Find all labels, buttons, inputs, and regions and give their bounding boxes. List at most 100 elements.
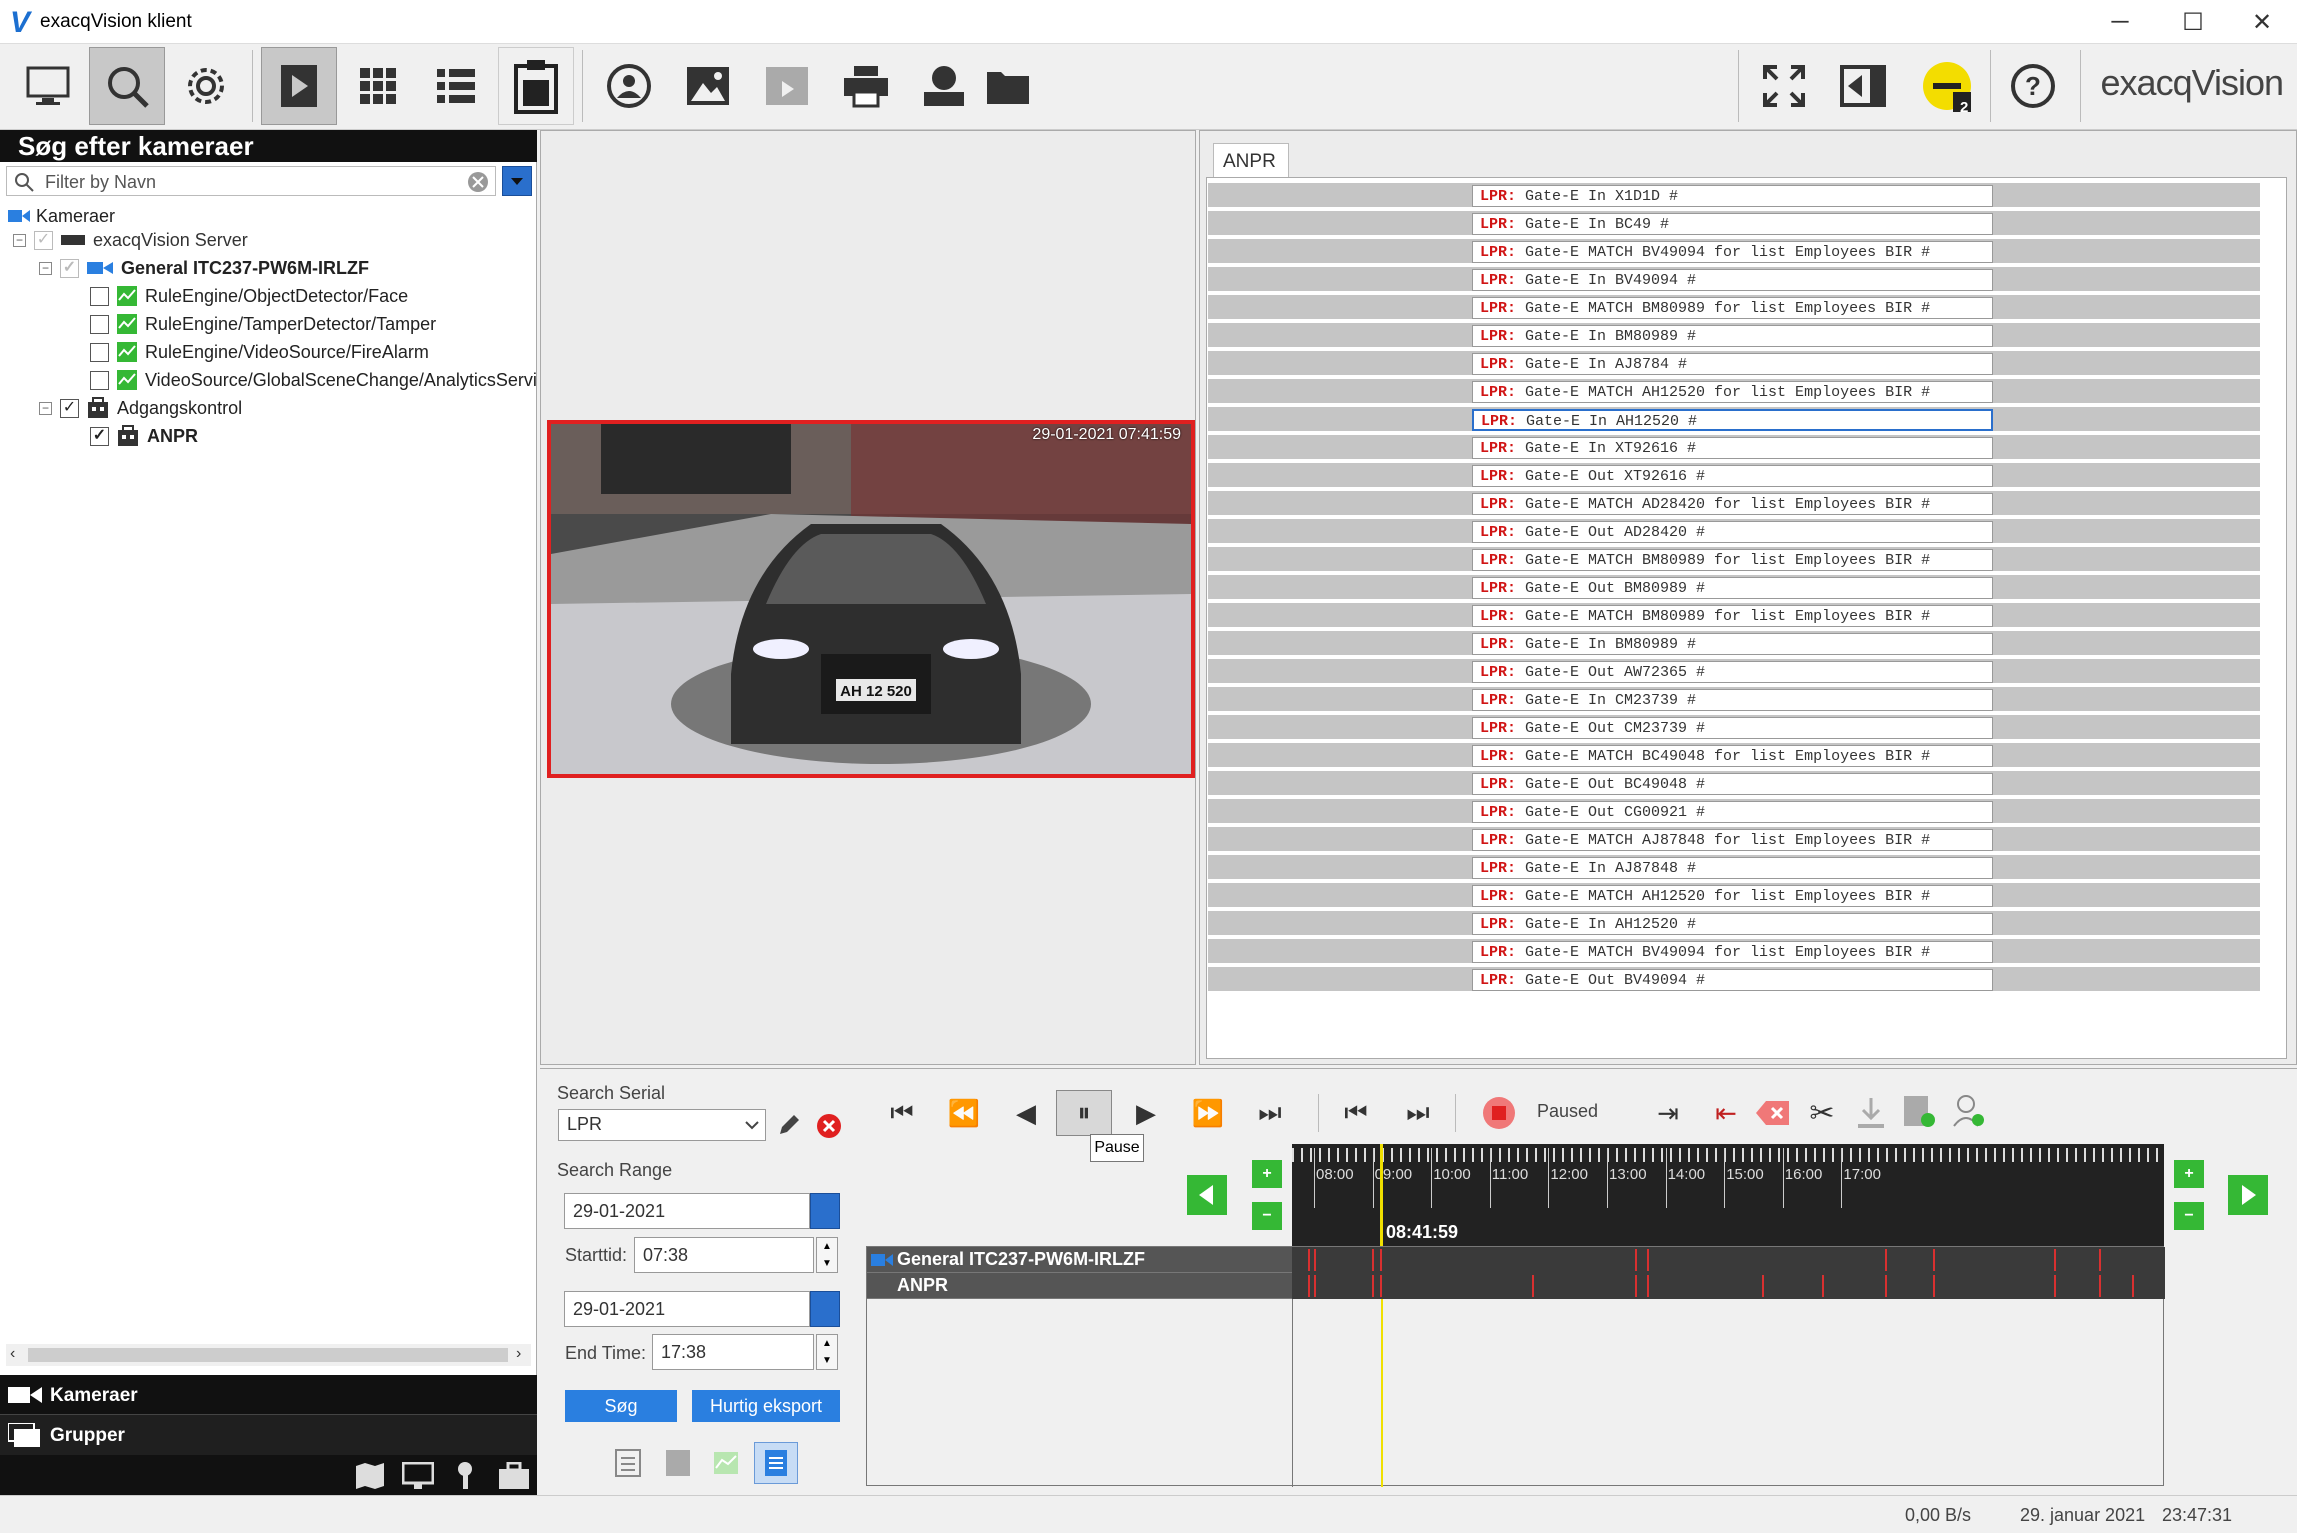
rewind-button[interactable]: ⏪ bbox=[936, 1090, 992, 1136]
anpr-row[interactable]: LPR: Gate-E In BM80989 # bbox=[1208, 323, 2260, 349]
analytics-icon[interactable] bbox=[712, 1448, 740, 1478]
timeline-forward-button[interactable] bbox=[2228, 1175, 2268, 1215]
briefcase-icon[interactable] bbox=[498, 1462, 530, 1490]
event-marker[interactable] bbox=[1647, 1249, 1649, 1271]
monitor-icon[interactable] bbox=[402, 1462, 434, 1490]
clear-icon[interactable] bbox=[467, 171, 489, 193]
pause-button[interactable]: ⏸ bbox=[1056, 1090, 1112, 1136]
minimize-button[interactable]: ─ bbox=[2085, 0, 2155, 44]
zoom-in-button[interactable]: + bbox=[1252, 1160, 1282, 1188]
tree-event-item[interactable]: RuleEngine/ObjectDetector/Face bbox=[90, 284, 408, 308]
anpr-entry[interactable]: LPR: Gate-E In AJ87848 # bbox=[1472, 857, 1993, 879]
anpr-row[interactable]: LPR: Gate-E MATCH BM80989 for list Emplo… bbox=[1208, 295, 2260, 321]
zoom-out-button[interactable]: − bbox=[2174, 1202, 2204, 1230]
anpr-row[interactable]: LPR: Gate-E MATCH BC49048 for list Emplo… bbox=[1208, 743, 2260, 769]
filter-dropdown-button[interactable] bbox=[502, 166, 532, 196]
filter-input[interactable]: Filter by Navn bbox=[6, 166, 496, 196]
timeline-ruler[interactable]: 08:00 09:00 10:00 11:00 12:00 13:00 14:00 15:00… bbox=[1292, 1144, 2164, 1246]
anpr-entry[interactable]: LPR: Gate-E Out AD28420 # bbox=[1472, 521, 1993, 543]
anpr-row[interactable]: LPR: Gate-E In AJ87848 # bbox=[1208, 855, 2260, 881]
help-icon[interactable]: ? bbox=[1995, 47, 2071, 125]
clipboard-icon[interactable] bbox=[498, 47, 574, 125]
serial-data-tab[interactable] bbox=[754, 1442, 798, 1484]
tree-anpr[interactable]: ✓ ANPR bbox=[90, 424, 198, 448]
anpr-row[interactable]: LPR: Gate-E MATCH AJ87848 for list Emplo… bbox=[1208, 827, 2260, 853]
event-marker[interactable] bbox=[1822, 1275, 1824, 1297]
step-forward-button[interactable]: ▶ bbox=[1118, 1090, 1174, 1136]
anpr-row[interactable]: LPR: Gate-E MATCH BV49094 for list Emplo… bbox=[1208, 939, 2260, 965]
event-marker[interactable] bbox=[1372, 1249, 1374, 1271]
list-icon[interactable] bbox=[418, 47, 494, 125]
event-list-icon[interactable] bbox=[614, 1448, 642, 1478]
access-checkbox[interactable]: ✓ bbox=[60, 398, 79, 418]
anpr-row[interactable]: LPR: Gate-E MATCH AD28420 for list Emplo… bbox=[1208, 491, 2260, 517]
anpr-entry[interactable]: LPR: Gate-E Out CG00921 # bbox=[1472, 801, 1993, 823]
serial-select[interactable]: LPR bbox=[558, 1109, 766, 1141]
notification-icon[interactable]: 2 bbox=[1909, 47, 1985, 125]
timeline-back-button[interactable] bbox=[1187, 1175, 1227, 1215]
maximize-button[interactable]: ☐ bbox=[2158, 0, 2228, 44]
tree-event-item[interactable]: VideoSource/GlobalSceneChange/AnalyticsS… bbox=[90, 368, 536, 392]
fast-forward-button[interactable]: ⏩ bbox=[1180, 1090, 1236, 1136]
playhead[interactable] bbox=[1380, 1144, 1383, 1246]
anpr-entry[interactable]: LPR: Gate-E In BM80989 # bbox=[1472, 633, 1993, 655]
event-marker[interactable] bbox=[1308, 1275, 1310, 1297]
tree-server[interactable]: ✓ exacqVision Server bbox=[34, 228, 248, 252]
collapse-toggle[interactable]: − bbox=[39, 402, 52, 415]
start-date-field[interactable]: 29-01-2021 bbox=[564, 1193, 810, 1229]
anpr-row[interactable]: LPR: Gate-E In XT92616 # bbox=[1208, 435, 2260, 461]
tree-root-cameras[interactable]: Kameraer bbox=[8, 204, 115, 228]
anpr-row[interactable]: LPR: Gate-E Out BC49048 # bbox=[1208, 771, 2260, 797]
anpr-row[interactable]: LPR: Gate-E In BM80989 # bbox=[1208, 631, 2260, 657]
event-checkbox[interactable] bbox=[90, 314, 109, 334]
anpr-entry[interactable]: LPR: Gate-E MATCH BM80989 for list Emplo… bbox=[1472, 605, 1993, 627]
anpr-entry[interactable]: LPR: Gate-E In BV49094 # bbox=[1472, 269, 1993, 291]
anpr-entry[interactable]: LPR: Gate-E MATCH AJ87848 for list Emplo… bbox=[1472, 829, 1993, 851]
playback-icon[interactable] bbox=[261, 47, 337, 125]
anpr-row[interactable]: LPR: Gate-E In BV49094 # bbox=[1208, 267, 2260, 293]
event-checkbox[interactable] bbox=[90, 286, 109, 306]
anpr-entry[interactable]: LPR: Gate-E Out BV49094 # bbox=[1472, 969, 1993, 991]
event-marker[interactable] bbox=[2054, 1275, 2056, 1297]
step-back-button[interactable]: ◀ bbox=[998, 1090, 1054, 1136]
record-stop-icon[interactable] bbox=[1482, 1096, 1516, 1130]
end-time-field[interactable]: 17:38 bbox=[652, 1334, 814, 1370]
event-marker[interactable] bbox=[1647, 1275, 1649, 1297]
event-marker[interactable] bbox=[1314, 1275, 1316, 1297]
tree-camera[interactable]: ✓ General ITC237-PW6M-IRLZF bbox=[60, 256, 369, 280]
anpr-entry[interactable]: LPR: Gate-E In CM23739 # bbox=[1472, 689, 1993, 711]
clear-marker-icon[interactable] bbox=[1756, 1100, 1790, 1126]
event-marker[interactable] bbox=[2099, 1275, 2101, 1297]
server-checkbox[interactable]: ✓ bbox=[34, 230, 53, 250]
anpr-entry[interactable]: LPR: Gate-E In AH12520 # bbox=[1472, 913, 1993, 935]
quick-export-button[interactable]: Hurtig eksport bbox=[692, 1390, 840, 1422]
event-marker[interactable] bbox=[1885, 1249, 1887, 1271]
anpr-entry[interactable]: LPR: Gate-E MATCH BV49094 for list Emplo… bbox=[1472, 241, 1993, 263]
tab-anpr[interactable]: ANPR bbox=[1213, 143, 1289, 177]
anpr-entry[interactable]: LPR: Gate-E MATCH BM80989 for list Emplo… bbox=[1472, 549, 1993, 571]
event-marker[interactable] bbox=[1762, 1275, 1764, 1297]
anpr-entry[interactable]: LPR: Gate-E MATCH BV49094 for list Emplo… bbox=[1472, 941, 1993, 963]
folder-icon[interactable] bbox=[970, 47, 1046, 125]
event-marker[interactable] bbox=[2054, 1249, 2056, 1271]
gear-icon[interactable] bbox=[168, 47, 244, 125]
anpr-row[interactable]: LPR: Gate-E Out CG00921 # bbox=[1208, 799, 2260, 825]
calendar-icon[interactable] bbox=[810, 1193, 840, 1229]
track-anpr[interactable]: ANPR bbox=[867, 1273, 2165, 1299]
anpr-row[interactable]: LPR: Gate-E Out XT92616 # bbox=[1208, 463, 2260, 489]
event-marker[interactable] bbox=[1314, 1249, 1316, 1271]
zoom-in-button[interactable]: + bbox=[2174, 1160, 2204, 1188]
anpr-entry[interactable]: LPR: Gate-E In X1D1D # bbox=[1472, 185, 1993, 207]
edit-icon[interactable] bbox=[776, 1112, 802, 1138]
anpr-entry[interactable]: LPR: Gate-E MATCH BM80989 for list Emplo… bbox=[1472, 297, 1993, 319]
download-icon[interactable] bbox=[1856, 1096, 1886, 1130]
track-camera[interactable]: General ITC237-PW6M-IRLZF bbox=[867, 1247, 2165, 1273]
set-start-marker-icon[interactable]: ⇤ bbox=[1698, 1090, 1754, 1136]
anpr-entry[interactable]: LPR: Gate-E Out CM23739 # bbox=[1472, 717, 1993, 739]
anpr-row[interactable]: LPR: Gate-E In AH12520 # bbox=[1208, 407, 2260, 433]
nav-cameras[interactable]: Kameraer bbox=[0, 1375, 537, 1415]
event-checkbox[interactable] bbox=[90, 342, 109, 362]
search-button[interactable]: Søg bbox=[565, 1390, 677, 1422]
anpr-row[interactable]: LPR: Gate-E In AH12520 # bbox=[1208, 911, 2260, 937]
horizontal-scrollbar[interactable]: ‹ › bbox=[6, 1344, 531, 1366]
